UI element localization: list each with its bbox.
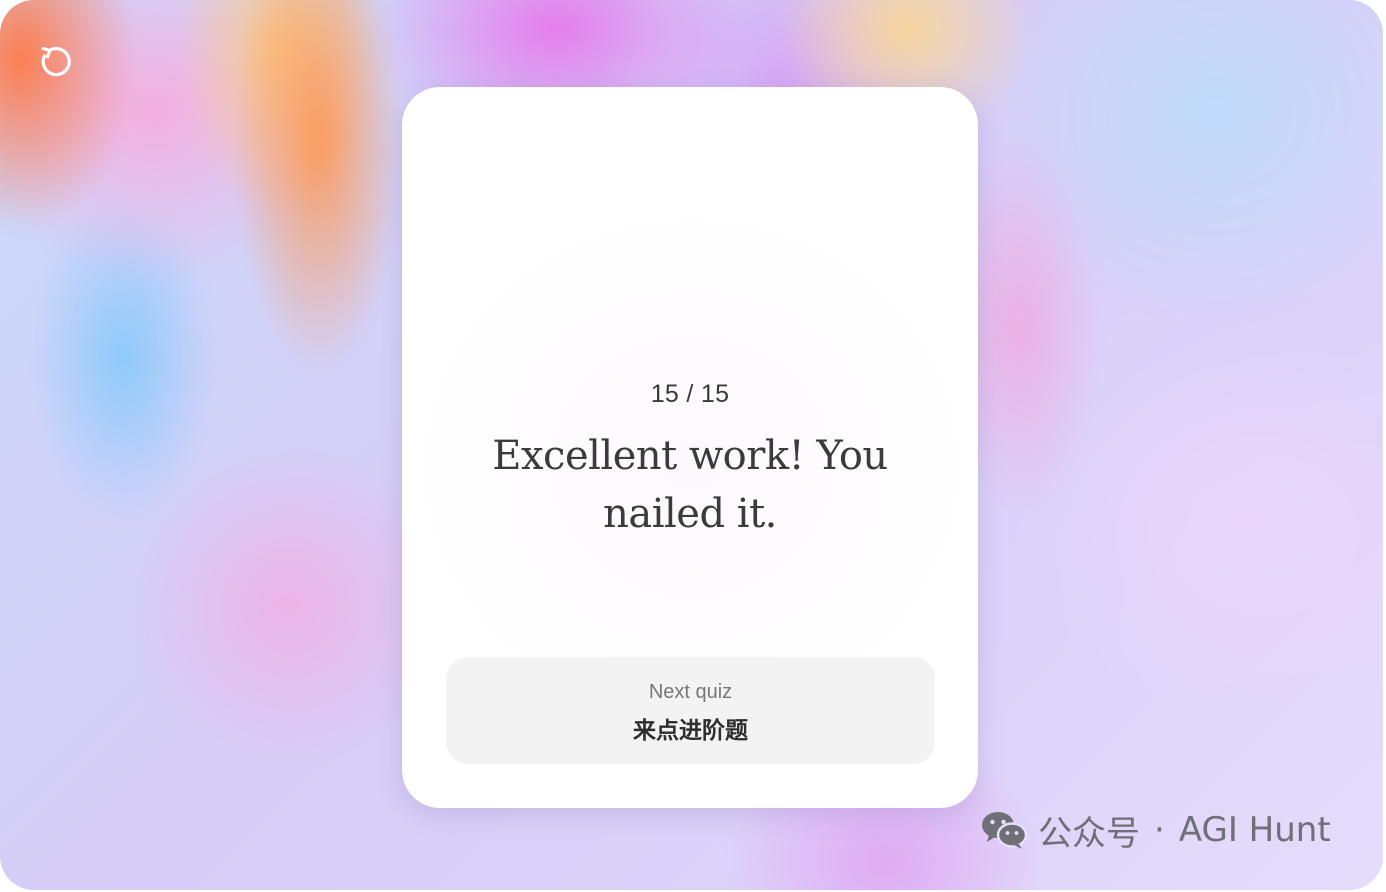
- progress-counter: 15 / 15: [650, 380, 730, 408]
- watermark: 公众号 · AGI Hunt: [980, 806, 1331, 854]
- next-quiz-label: Next quiz: [648, 681, 733, 703]
- result-message: Excellent work! You nailed it.: [492, 433, 888, 537]
- next-quiz-button[interactable]: Next quiz 来点进阶题: [446, 657, 935, 764]
- quiz-screen: 15 / 15 Excellent work! You nailed it. N…: [0, 0, 1383, 890]
- next-quiz-title: 来点进阶题: [633, 718, 748, 744]
- watermark-name: AGI Hunt: [1178, 810, 1331, 850]
- wechat-icon: [982, 812, 1028, 849]
- watermark-separator: ·: [1154, 810, 1165, 850]
- watermark-account-label: 公众号: [1038, 813, 1140, 854]
- restart-button[interactable]: [36, 40, 76, 80]
- restart-icon: [41, 46, 71, 77]
